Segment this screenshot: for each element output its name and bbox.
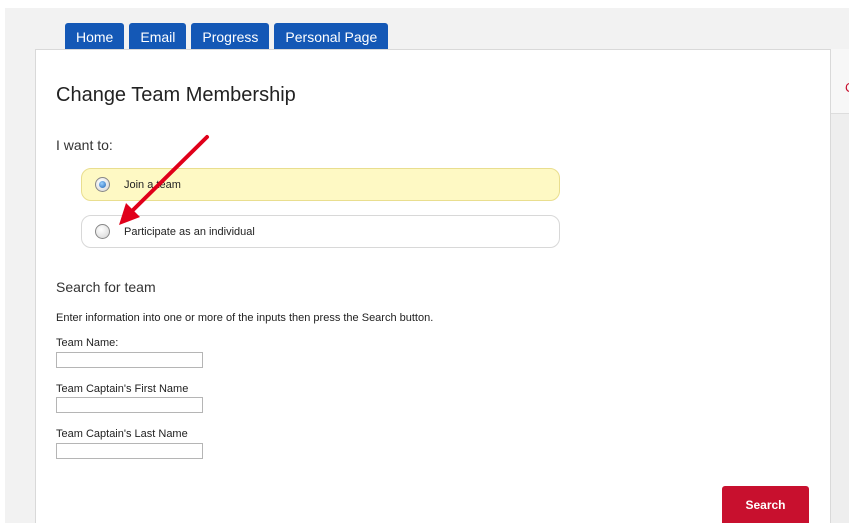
radio-join-team[interactable] bbox=[95, 177, 110, 192]
team-name-label: Team Name: bbox=[56, 337, 119, 349]
captain-last-name-label: Team Captain's Last Name bbox=[56, 428, 188, 440]
tab-email[interactable]: Email bbox=[129, 23, 187, 50]
option-participate-individual-label: Participate as an individual bbox=[124, 226, 255, 238]
team-name-input[interactable] bbox=[56, 352, 203, 368]
tab-home[interactable]: Home bbox=[65, 23, 125, 50]
right-sidebar bbox=[831, 49, 849, 523]
main-tabs: Home Email Progress Personal Page bbox=[65, 23, 389, 50]
captain-first-name-label: Team Captain's First Name bbox=[56, 383, 189, 395]
captain-first-name-input[interactable] bbox=[56, 397, 203, 413]
membership-prompt: I want to: bbox=[56, 137, 113, 153]
option-join-team[interactable]: Join a team bbox=[81, 168, 560, 201]
captain-last-name-input[interactable] bbox=[56, 443, 203, 459]
right-sidebar-text-fragment: C bbox=[845, 80, 849, 95]
page-title: Change Team Membership bbox=[56, 84, 296, 106]
option-participate-individual[interactable]: Participate as an individual bbox=[81, 215, 560, 248]
radio-participate-individual[interactable] bbox=[95, 224, 110, 239]
search-instructions: Enter information into one or more of th… bbox=[56, 312, 434, 324]
option-join-team-label: Join a team bbox=[124, 179, 181, 191]
tab-personal-page[interactable]: Personal Page bbox=[274, 23, 389, 50]
tab-progress[interactable]: Progress bbox=[191, 23, 270, 50]
search-heading: Search for team bbox=[56, 279, 156, 295]
search-button[interactable]: Search bbox=[722, 486, 809, 523]
